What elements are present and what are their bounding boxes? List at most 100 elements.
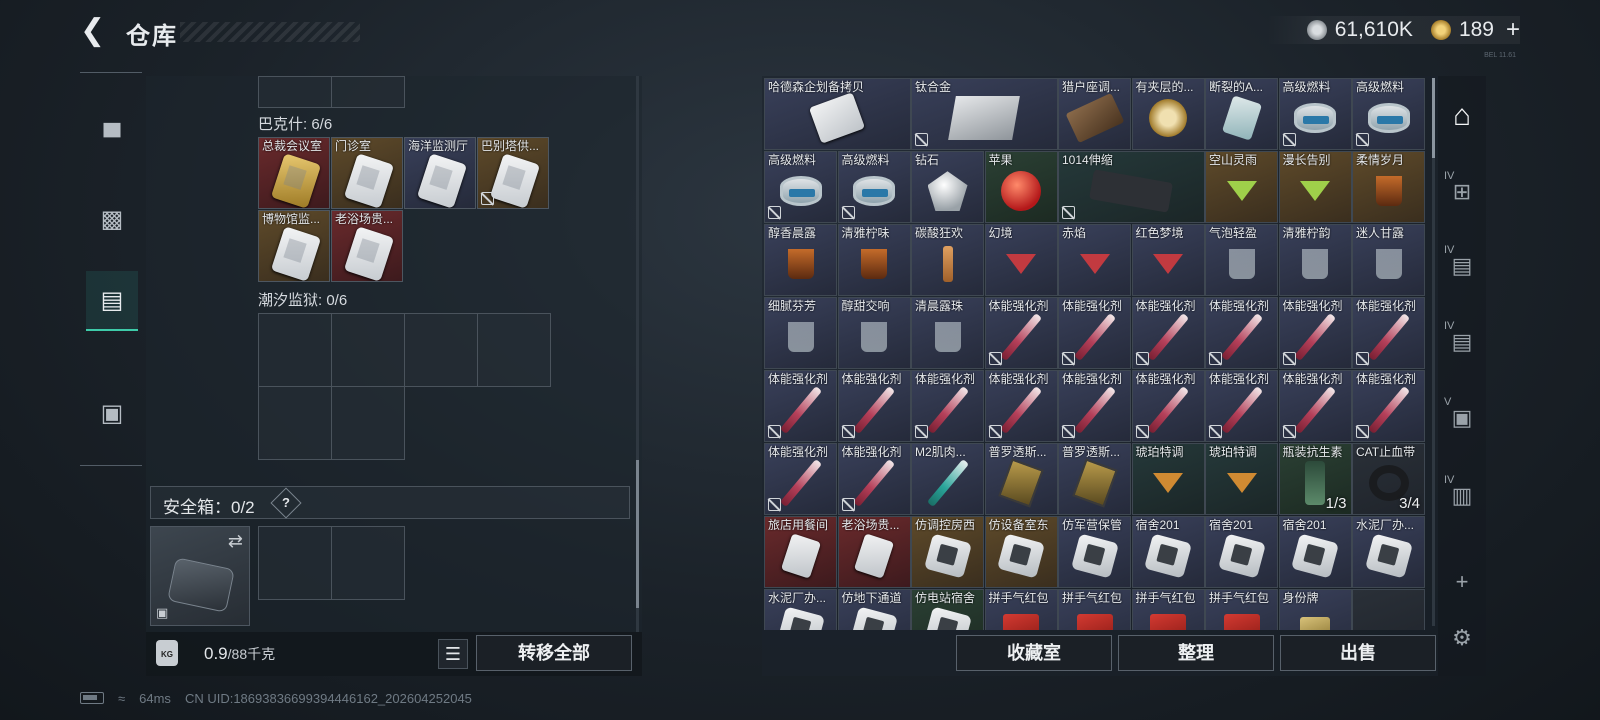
item-slot[interactable]: 红色梦境 xyxy=(1131,224,1205,296)
item-slot[interactable]: 体能强化剂 xyxy=(837,443,911,515)
item-slot[interactable]: 体能强化剂 xyxy=(984,370,1058,442)
item-slot[interactable]: 老浴场贵... xyxy=(837,516,911,588)
item-slot[interactable]: 体能强化剂 xyxy=(984,297,1058,369)
item-slot[interactable]: 柔情岁月 xyxy=(1352,151,1425,223)
item-slot[interactable]: 仿军营保管 xyxy=(1058,516,1131,588)
item-slot[interactable]: 空山灵雨 xyxy=(1205,151,1278,223)
item-slot[interactable]: 宿舍201 xyxy=(1278,516,1352,588)
keycard-slot[interactable]: 门诊室 xyxy=(331,137,403,209)
item-slot[interactable]: 体能强化剂 xyxy=(1058,370,1131,442)
tab-backpack[interactable]: ▩ xyxy=(86,189,138,249)
scroll-thumb[interactable] xyxy=(636,460,639,608)
item-slot[interactable]: 哈德森企划备拷贝 xyxy=(764,78,911,150)
empty-slot[interactable] xyxy=(331,313,405,387)
empty-slot[interactable] xyxy=(477,313,551,387)
item-slot[interactable]: 醇香晨露 xyxy=(764,224,837,296)
item-slot[interactable]: 琥珀特调 xyxy=(1205,443,1278,515)
tab-toolbox[interactable]: ▣ xyxy=(86,383,138,443)
list-view-button[interactable]: ☰ xyxy=(438,639,468,669)
level-v-tab-button[interactable]: V ▣ xyxy=(1438,390,1486,446)
keycard-slot[interactable]: 巴别塔供... xyxy=(477,137,549,209)
item-slot[interactable]: 体能强化剂 xyxy=(764,443,837,515)
vault-tab-button[interactable]: ⌂ xyxy=(1438,88,1486,144)
item-slot[interactable]: 碳酸狂欢 xyxy=(911,224,984,296)
item-slot[interactable]: 猎户座调... xyxy=(1058,78,1131,150)
item-slot[interactable]: 清雅柠味 xyxy=(837,224,911,296)
item-slot[interactable]: 体能强化剂 xyxy=(1278,370,1352,442)
item-slot[interactable]: 赤焰 xyxy=(1058,224,1131,296)
tab-container[interactable]: ▤ xyxy=(86,271,138,331)
item-slot[interactable]: 仿电站宿舍 xyxy=(911,589,984,630)
item-slot[interactable]: 拼手气红包 xyxy=(1205,589,1278,630)
help-icon[interactable]: ? xyxy=(270,487,302,519)
item-slot[interactable]: 仿设备室东 xyxy=(984,516,1058,588)
level-iv-add-tab-button[interactable]: IV ⊞ xyxy=(1438,164,1486,220)
item-slot[interactable]: 瓶装抗生素 1/3 xyxy=(1278,443,1352,515)
transfer-all-button[interactable]: 转移全部 xyxy=(476,635,632,671)
item-slot[interactable]: 高级燃料 xyxy=(764,151,837,223)
empty-slot[interactable] xyxy=(331,76,405,108)
item-slot[interactable]: 宿舍201 xyxy=(1131,516,1205,588)
item-slot[interactable]: 拼手气红包 xyxy=(1131,589,1205,630)
item-slot[interactable]: 细腻芬芳 xyxy=(764,297,837,369)
item-slot[interactable]: 漫长告别 xyxy=(1278,151,1352,223)
swap-icon[interactable]: ⇄ xyxy=(228,531,243,552)
item-slot[interactable]: 水泥厂办... xyxy=(1352,516,1425,588)
keycard-slot[interactable]: 老浴场贵... xyxy=(331,210,403,282)
item-slot[interactable]: 苹果 xyxy=(984,151,1058,223)
scroll-thumb[interactable] xyxy=(1432,78,1435,158)
empty-slot[interactable] xyxy=(258,526,332,600)
item-slot[interactable]: 1014伸缩 xyxy=(1058,151,1205,223)
item-slot[interactable]: M2肌肉... xyxy=(911,443,984,515)
tab-weapons[interactable]: ▄ xyxy=(86,93,138,153)
level-iv-tab-3-button[interactable]: IV ▥ xyxy=(1438,468,1486,524)
sort-button[interactable]: 整理 xyxy=(1118,635,1274,671)
keycard-slot[interactable]: 海洋监测厅 xyxy=(404,137,476,209)
item-slot[interactable]: 体能强化剂 xyxy=(1131,297,1205,369)
level-iv-tab-2-button[interactable]: IV ▤ xyxy=(1438,314,1486,370)
safebox-slot[interactable]: ⇄ ▣ xyxy=(150,526,250,626)
item-slot[interactable]: 体能强化剂 xyxy=(1205,370,1278,442)
item-slot[interactable]: 有夹层的... xyxy=(1131,78,1205,150)
item-slot[interactable]: 体能强化剂 xyxy=(1058,297,1131,369)
item-slot[interactable]: 气泡轻盈 xyxy=(1205,224,1278,296)
item-slot[interactable]: 旅店用餐间 xyxy=(764,516,837,588)
item-slot[interactable]: 仿地下通道 xyxy=(837,589,911,630)
item-slot[interactable]: 拼手气红包 xyxy=(1058,589,1131,630)
keycard-slot[interactable]: 博物馆监... xyxy=(258,210,330,282)
item-slot[interactable]: 水泥厂办... xyxy=(764,589,837,630)
item-slot[interactable]: 拼手气红包 xyxy=(984,589,1058,630)
empty-slot[interactable] xyxy=(404,313,478,387)
item-slot[interactable]: 体能强化剂 xyxy=(911,370,984,442)
back-arrow-icon[interactable]: ❮ xyxy=(80,16,110,46)
item-slot[interactable]: 钛合金 xyxy=(911,78,1058,150)
item-slot[interactable]: 体能强化剂 xyxy=(764,370,837,442)
item-slot[interactable]: 高级燃料 xyxy=(1352,78,1425,150)
item-slot[interactable]: 体能强化剂 xyxy=(1278,297,1352,369)
item-slot[interactable]: 清雅柠韵 xyxy=(1278,224,1352,296)
item-slot[interactable]: 琥珀特调 xyxy=(1131,443,1205,515)
item-slot[interactable]: 体能强化剂 xyxy=(1352,370,1425,442)
item-slot[interactable]: 迷人甘露 xyxy=(1352,224,1425,296)
keycard-slot[interactable]: 总裁会议室 xyxy=(258,137,330,209)
item-slot[interactable]: 普罗透斯... xyxy=(1058,443,1131,515)
item-slot[interactable]: 体能强化剂 xyxy=(1131,370,1205,442)
item-slot[interactable]: 钻石 xyxy=(911,151,984,223)
add-currency-button[interactable]: + xyxy=(1506,16,1520,44)
item-slot[interactable]: 幻境 xyxy=(984,224,1058,296)
collection-room-button[interactable]: 收藏室 xyxy=(956,635,1112,671)
empty-slot[interactable] xyxy=(331,526,405,600)
empty-slot[interactable] xyxy=(331,386,405,460)
item-slot[interactable]: 体能强化剂 xyxy=(1205,297,1278,369)
sell-button[interactable]: 出售 xyxy=(1280,635,1436,671)
item-slot[interactable] xyxy=(1352,589,1425,630)
item-slot[interactable]: 断裂的A... xyxy=(1205,78,1278,150)
empty-slot[interactable] xyxy=(258,76,332,108)
add-tab-button[interactable]: + xyxy=(1438,554,1486,610)
item-slot[interactable]: 清晨露珠 xyxy=(911,297,984,369)
item-slot[interactable]: 高级燃料 xyxy=(1278,78,1352,150)
item-slot[interactable]: 高级燃料 xyxy=(837,151,911,223)
item-slot[interactable]: CAT止血带 3/4 xyxy=(1352,443,1425,515)
right-scrollbar[interactable] xyxy=(1432,78,1435,626)
settings-button[interactable]: ⚙ xyxy=(1438,610,1486,666)
